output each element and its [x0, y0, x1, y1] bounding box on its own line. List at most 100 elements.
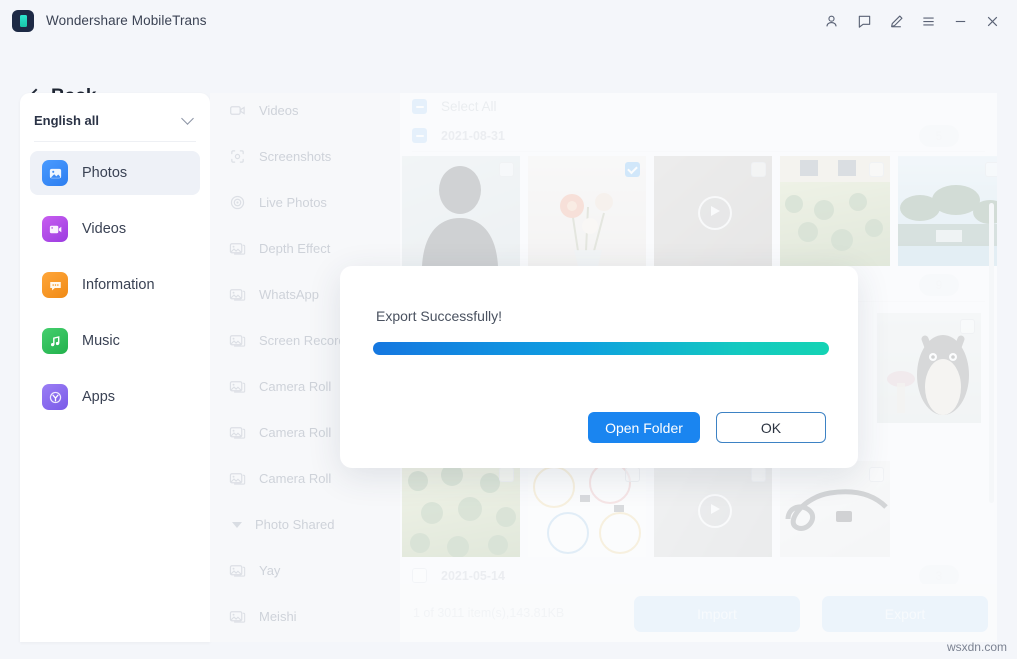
information-icon: [42, 272, 68, 298]
category-item-camera-roll-1[interactable]: Camera Roll: [228, 377, 331, 396]
photo-flower-vase[interactable]: [528, 156, 646, 266]
date-group-count: 5: [919, 125, 959, 147]
date-group-count: 9: [919, 274, 959, 296]
category-item-meishi[interactable]: Meishi: [228, 607, 297, 626]
category-label: Depth Effect: [259, 241, 330, 256]
video-camera-icon: [228, 101, 247, 120]
photo-stack-icon: [228, 469, 247, 488]
category-item-videos[interactable]: Videos: [228, 101, 299, 120]
open-folder-button[interactable]: Open Folder: [588, 412, 700, 443]
language-selector[interactable]: English all: [34, 105, 196, 135]
photo-stack-icon: [228, 331, 247, 350]
language-label: English all: [34, 113, 99, 128]
thumbnail-checkbox[interactable]: [499, 162, 514, 177]
title-bar: Wondershare MobileTrans: [0, 0, 1017, 41]
category-label: Live Photos: [259, 195, 327, 210]
play-icon: [698, 494, 732, 528]
select-all-checkbox[interactable]: [412, 99, 427, 114]
bottom-bar: 1 of 3011 item(s),143.81KB Import Export: [400, 584, 997, 642]
category-item-yay[interactable]: Yay: [228, 561, 280, 580]
vertical-scrollbar[interactable]: [989, 203, 994, 503]
thumbnail-checkbox[interactable]: [499, 467, 514, 482]
videos-icon: [42, 216, 68, 242]
date-group-checkbox[interactable]: [412, 568, 427, 583]
photo-stack-icon: [228, 561, 247, 580]
export-success-dialog: Export Successfully! Open Folder OK: [340, 266, 858, 468]
select-all-label: Select All: [441, 99, 497, 114]
thumbnail-checkbox[interactable]: [869, 467, 884, 482]
category-item-camera-roll-2[interactable]: Camera Roll: [228, 423, 331, 442]
photo-stack-icon: [228, 423, 247, 442]
app-title: Wondershare MobileTrans: [46, 13, 207, 28]
category-label: Camera Roll: [259, 379, 331, 394]
sidebar-item-videos[interactable]: Videos: [30, 207, 200, 251]
date-group-checkbox[interactable]: [412, 128, 427, 143]
sidebar-item-label: Videos: [82, 221, 126, 237]
thumbnail-checkbox[interactable]: [751, 467, 766, 482]
sidebar-divider: [34, 141, 196, 142]
back-bar: Back: [0, 41, 1017, 93]
selection-status: 1 of 3011 item(s),143.81KB: [413, 606, 564, 620]
category-item-camera-roll-3[interactable]: Camera Roll: [228, 469, 331, 488]
application-window: Wondershare MobileTrans Back: [0, 0, 1017, 659]
export-button[interactable]: Export: [822, 596, 988, 632]
sidebar-item-apps[interactable]: Apps: [30, 375, 200, 419]
edit-icon[interactable]: [885, 10, 907, 32]
category-item-depth-effect[interactable]: Depth Effect: [228, 239, 330, 258]
photo-stack-icon: [228, 285, 247, 304]
chevron-down-icon: [181, 112, 194, 125]
play-icon: [698, 196, 732, 230]
minimize-icon[interactable]: [949, 10, 971, 32]
photo-palm-beach[interactable]: [898, 156, 997, 266]
photo-stack-icon: [228, 377, 247, 396]
sidebar-item-information[interactable]: Information: [30, 263, 200, 307]
category-label: Videos: [259, 103, 299, 118]
thumbnail-checkbox[interactable]: [625, 467, 640, 482]
screenshot-icon: [228, 147, 247, 166]
menu-icon[interactable]: [917, 10, 939, 32]
category-label: Camera Roll: [259, 425, 331, 440]
apps-icon: [42, 384, 68, 410]
date-group-header[interactable]: 2021-05-14 3: [412, 568, 985, 583]
thumbnail-checkbox[interactable]: [625, 162, 640, 177]
category-item-live-photos[interactable]: Live Photos: [228, 193, 327, 212]
sidebar-item-label: Photos: [82, 165, 127, 181]
category-group-label: Photo Shared: [255, 517, 335, 532]
category-label: WhatsApp: [259, 287, 319, 302]
category-item-screen-recorder[interactable]: Screen Recorder: [228, 331, 357, 350]
triangle-down-icon: [232, 522, 242, 528]
thumbnail-checkbox[interactable]: [751, 162, 766, 177]
photo-totoro-illustration[interactable]: [877, 313, 981, 423]
category-group-photo-shared[interactable]: Photo Shared: [232, 517, 335, 532]
thumbnail-checkbox[interactable]: [985, 162, 997, 177]
date-group-label: 2021-05-14: [441, 569, 505, 583]
video-clip-1[interactable]: [654, 156, 772, 266]
music-icon: [42, 328, 68, 354]
sidebar-item-photos[interactable]: Photos: [30, 151, 200, 195]
thumbnail-checkbox[interactable]: [869, 162, 884, 177]
category-label: Meishi: [259, 609, 297, 624]
thumbnail-checkbox[interactable]: [960, 319, 975, 334]
ok-button[interactable]: OK: [716, 412, 826, 443]
date-group-header[interactable]: 2021-08-31 5: [412, 128, 985, 143]
account-icon[interactable]: [820, 10, 842, 32]
select-all-row[interactable]: Select All: [412, 99, 497, 114]
close-icon[interactable]: [981, 10, 1003, 32]
category-item-screenshots[interactable]: Screenshots: [228, 147, 331, 166]
divider: [412, 151, 985, 152]
photo-green-plants-1[interactable]: [780, 156, 890, 266]
dialog-title: Export Successfully!: [376, 308, 502, 324]
photo-person-black-top[interactable]: [402, 156, 520, 266]
feedback-icon[interactable]: [853, 10, 875, 32]
import-button[interactable]: Import: [634, 596, 800, 632]
video-clip-2[interactable]: [654, 461, 772, 557]
sidebar-item-music[interactable]: Music: [30, 319, 200, 363]
sidebar-item-label: Apps: [82, 389, 115, 405]
photo-infographic-circles[interactable]: [528, 461, 646, 557]
category-item-whatsapp[interactable]: WhatsApp: [228, 285, 319, 304]
photo-stack-icon: [228, 607, 247, 626]
photo-cable-cord[interactable]: [780, 461, 890, 557]
mobiletrans-logo-icon: [12, 10, 34, 32]
date-group-label: 2021-08-31: [441, 129, 505, 143]
photo-green-plants-2[interactable]: [402, 461, 520, 557]
